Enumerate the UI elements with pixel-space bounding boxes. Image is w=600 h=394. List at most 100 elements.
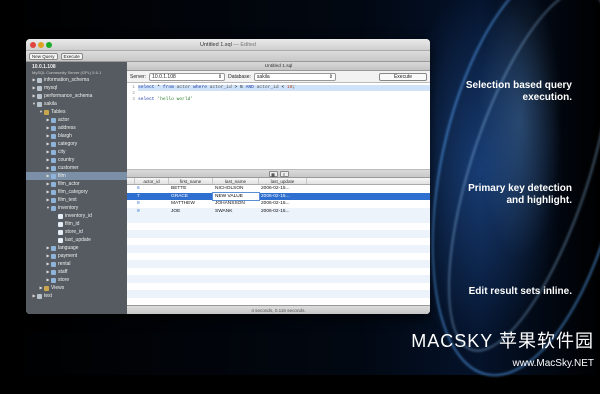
table-cell[interactable]: BETTE [169,185,213,193]
row-number-header [127,178,135,184]
tree-item[interactable]: ▶ film [26,172,127,180]
column-header[interactable]: actor_id [135,178,169,184]
table-cell[interactable]: 7 [135,193,169,201]
sql-code[interactable]: select * from actor where actor_id > 5 A… [138,85,430,103]
tree-item[interactable]: ▶ country [26,156,127,164]
db-icon [37,293,42,299]
empty-row [127,290,430,298]
row-marker [127,200,135,208]
schema-tree: ▶ information_schema ▶ mysql ▶ performance_sc… [26,76,127,300]
table-cell[interactable]: JOE [169,208,213,216]
column-header[interactable]: last_update [259,178,307,184]
table-view-icon[interactable]: ▦ [268,170,278,177]
tree-item[interactable]: ▶ city [26,148,127,156]
server-header[interactable]: 10.0.1.108 MySQL Community Server (GPL) … [26,62,127,76]
table-cell[interactable]: 2006-02-15... [259,208,307,216]
tree-item[interactable]: ▶ actor [26,116,127,124]
table-cell[interactable]: 9 [135,208,169,216]
tree-item-label: film_category [58,189,88,195]
table-icon [51,205,56,211]
tree-item[interactable]: ▶ performance_schema [26,92,127,100]
table-icon [51,277,56,283]
tree-item-label: actor [58,117,70,123]
column-header[interactable]: last_name [213,178,259,184]
column-icon [58,229,63,235]
text-view-icon[interactable]: ≡ [279,170,289,177]
row-marker [127,185,135,193]
tree-item-label: customer [58,165,79,171]
tree-item-label: Views [51,285,65,291]
database-select[interactable]: sakila ⇕ [253,72,336,81]
tree-item-label: sakila [44,101,57,107]
column-icon [58,213,63,219]
table-cell[interactable]: 6 [135,185,169,193]
tree-item-label: staff [58,269,68,275]
table-row[interactable]: 8 MATTHEW JOHANSSON 2006-02-15... [127,200,430,208]
title-bar: Untitled 1.sql — Edited [26,39,430,51]
tree-item-label: information_schema [44,77,90,83]
editor-tab[interactable]: Untitled 1.sql [127,62,430,71]
sql-editor[interactable]: 1 2 3 select * from actor where actor_id… [127,83,430,170]
table-icon [51,173,56,179]
tree-item-label: store_id [65,229,83,235]
tree-item[interactable]: ▶ film_actor [26,180,127,188]
tree-item[interactable]: ▶ staff [26,268,127,276]
server-label: Server: [130,73,147,80]
tree-item[interactable]: ▼ Tables [26,108,127,116]
tree-item[interactable]: ▶ payment [26,252,127,260]
table-cell[interactable]: 2006-02-15... [259,185,307,193]
table-cell[interactable]: 2006-02-15... [259,193,307,201]
tree-item[interactable]: ▶ rental [26,260,127,268]
tree-item-label: film_text [58,197,77,203]
execute-button[interactable]: Execute [379,72,427,81]
table-cell[interactable]: 8 [135,200,169,208]
table-icon [51,245,56,251]
tree-item-label: last_update [65,237,91,243]
tree-item[interactable]: ▶ address [26,124,127,132]
caption-primary-key: Primary key detection and highlight. [468,183,572,206]
empty-row [127,223,430,231]
tree-item[interactable]: ▶ category [26,140,127,148]
table-row[interactable]: 9 JOE SWANK 2006-02-15... [127,207,430,216]
table-row[interactable]: 7 GRACE NEW VALUE 2006-02-15... [127,191,430,201]
table-icon [51,117,56,123]
table-row[interactable]: 6 BETTE NICHOLSON 2006-02-15... [127,185,430,193]
tree-item[interactable]: ▼ sakila [26,100,127,108]
table-icon [51,141,56,147]
tree-item[interactable]: ▶ film_text [26,196,127,204]
tree-item[interactable]: ▶ Views [26,284,127,292]
tree-item[interactable]: ▶ information_schema [26,76,127,84]
table-cell[interactable]: NICHOLSON [213,185,259,193]
results-grid: actor_id first_name last_name last_updat… [127,178,430,305]
tree-item[interactable]: last_update [26,236,127,244]
execute-toolbar-button[interactable]: Execute [60,52,83,60]
table-cell[interactable]: MATTHEW [169,200,213,208]
table-cell[interactable]: JOHANSSON [213,200,259,208]
tree-item[interactable]: inventory_id [26,212,127,220]
table-icon [51,149,56,155]
tree-item[interactable]: ▶ mysql [26,84,127,92]
cell-editing[interactable]: NEW VALUE [212,191,260,201]
table-cell[interactable]: GRACE [169,193,213,201]
tree-item-label: payment [58,253,78,259]
tree-item[interactable]: film_id [26,220,127,228]
results-splitter-bar[interactable]: ▦ ≡ [127,170,430,178]
tree-item[interactable]: ▶ store [26,276,127,284]
tree-item[interactable]: ▼ inventory [26,204,127,212]
table-cell[interactable]: SWANK [213,208,259,216]
server-select[interactable]: 10.0.1.108 ⇕ [149,72,226,81]
table-icon [51,253,56,259]
tree-item[interactable]: ▶ customer [26,164,127,172]
table-cell[interactable]: 2006-02-15... [259,200,307,208]
tree-item[interactable]: store_id [26,228,127,236]
empty-row [127,238,430,246]
tree-item[interactable]: ▶ language [26,244,127,252]
tree-item[interactable]: ▶ blargh [26,132,127,140]
empty-row [127,260,430,268]
empty-row [127,215,430,223]
column-header[interactable]: first_name [169,178,213,184]
tree-item[interactable]: ▶ film_category [26,188,127,196]
table-icon [51,189,56,195]
new-query-button[interactable]: New Query [29,52,58,60]
tree-item[interactable]: ▶ test [26,292,127,300]
